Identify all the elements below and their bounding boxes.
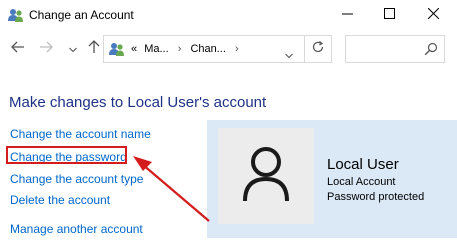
window-title: Change an Account [29,8,134,22]
address-bar[interactable]: « Ma... › Chan... › [103,35,332,63]
highlight-annotation [6,146,127,164]
chevron-down-icon[interactable] [285,46,293,64]
avatar [218,128,314,224]
up-arrow-icon [88,39,100,59]
refresh-icon [311,40,325,59]
breadcrumb-overflow[interactable]: « [131,43,137,55]
forward-button[interactable] [36,39,56,59]
search-input[interactable] [345,35,445,63]
users-icon [8,7,24,23]
minimize-button[interactable] [327,0,367,30]
maximize-icon [383,6,395,24]
back-arrow-icon [11,40,25,58]
change-account-type-link[interactable]: Change the account type [10,172,143,186]
search-icon [424,42,438,61]
breadcrumb-separator[interactable]: › [178,43,182,55]
breadcrumb-item[interactable]: Chan... [190,43,225,55]
navigation-bar: « Ma... › Chan... › [0,32,457,66]
minimize-icon [341,6,353,24]
back-button[interactable] [8,39,28,59]
page-title: Make changes to Local User's account [9,94,267,111]
users-icon [109,41,125,57]
breadcrumb: « Ma... › Chan... › [131,43,245,55]
maximize-button[interactable] [369,0,409,30]
recent-locations-button[interactable] [63,39,83,59]
breadcrumb-item[interactable]: Ma... [144,43,168,55]
account-name: Local User [327,156,399,173]
title-bar: Change an Account [0,0,457,30]
close-icon [427,6,439,24]
account-password-status: Password protected [327,191,425,203]
up-button[interactable] [84,39,104,59]
change-account-name-link[interactable]: Change the account name [10,127,151,141]
chevron-down-icon [69,40,77,58]
delete-account-link[interactable]: Delete the account [10,193,110,207]
refresh-button[interactable] [304,36,331,62]
forward-arrow-icon [39,40,53,58]
close-button[interactable] [413,0,453,30]
breadcrumb-separator[interactable]: › [235,43,239,55]
user-icon [241,145,291,208]
account-card: Local User Local Account Password protec… [207,120,457,238]
account-type: Local Account [327,176,396,188]
manage-another-account-link[interactable]: Manage another account [10,222,143,236]
